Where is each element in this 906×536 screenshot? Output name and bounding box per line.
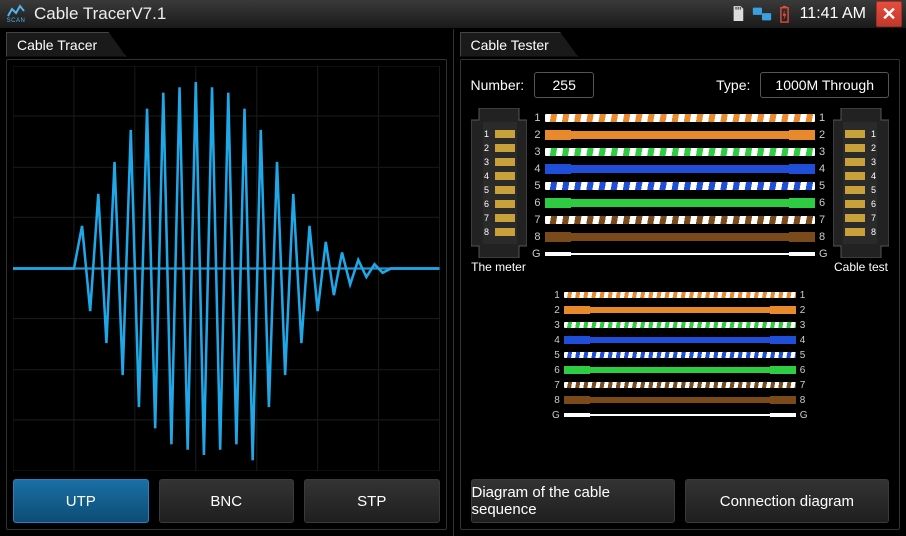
svg-text:8: 8 (483, 227, 488, 237)
app-title: Cable TracerV7.1 (34, 4, 166, 24)
rj45-left: 1 2 3 4 5 6 7 8 The meter (471, 108, 527, 274)
diagram-sequence-button[interactable]: Diagram of the cable sequence (471, 479, 675, 523)
svg-text:3: 3 (871, 157, 876, 167)
cable-test-label: Cable test (834, 260, 888, 274)
wire-G: GG (550, 410, 810, 420)
number-value[interactable]: 255 (534, 72, 594, 98)
clock: 11:41 AM (800, 5, 866, 23)
wire-5: 55 (531, 180, 830, 192)
wire-7: 77 (550, 380, 810, 390)
svg-text:7: 7 (483, 213, 488, 223)
number-label: Number: (471, 77, 525, 93)
utp-button[interactable]: UTP (13, 479, 149, 523)
wire-2: 22 (550, 305, 810, 315)
scan-icon[interactable]: SCAN (4, 2, 28, 26)
tester-tab: Cable Tester (460, 32, 578, 57)
close-button[interactable]: ✕ (876, 1, 902, 27)
wire-8: 88 (531, 231, 830, 243)
cable-tester-panel: Cable Tester Number: 255 Type: 1000M Thr… (453, 29, 906, 536)
svg-text:3: 3 (483, 157, 488, 167)
svg-text:7: 7 (871, 213, 876, 223)
stp-button[interactable]: STP (304, 479, 440, 523)
svg-text:1: 1 (483, 129, 488, 139)
type-value[interactable]: 1000M Through (760, 72, 889, 98)
meter-label: The meter (471, 260, 526, 274)
svg-text:1: 1 (871, 129, 876, 139)
svg-text:8: 8 (871, 227, 876, 237)
wire-map-bottom: 11 22 33 44 55 66 77 88 GG (550, 286, 810, 420)
wire-4: 44 (550, 335, 810, 345)
wire-3: 33 (531, 146, 830, 158)
wire-8: 88 (550, 395, 810, 405)
svg-text:2: 2 (483, 143, 488, 153)
battery-icon (779, 5, 790, 23)
sd-card-icon (731, 5, 745, 23)
type-label: Type: (716, 77, 750, 93)
wire-7: 77 (531, 214, 830, 226)
network-icon (751, 5, 773, 23)
wire-5: 55 (550, 350, 810, 360)
cable-tracer-panel: Cable Tracer (0, 29, 453, 536)
status-bar: SCAN Cable TracerV7.1 11:41 AM ✕ (0, 0, 906, 29)
wire-4: 44 (531, 163, 830, 175)
waveform-display (13, 66, 440, 471)
wire-map-top: 11 22 33 44 55 66 77 88 GG (531, 108, 830, 260)
wire-1: 11 (531, 112, 830, 124)
svg-text:4: 4 (871, 171, 876, 181)
svg-text:5: 5 (871, 185, 876, 195)
rj45-right: 1 2 3 4 5 6 7 8 Cable test (833, 108, 889, 274)
svg-text:6: 6 (871, 199, 876, 209)
connection-diagram-button[interactable]: Connection diagram (685, 479, 889, 523)
wire-6: 66 (550, 365, 810, 375)
wire-6: 66 (531, 197, 830, 209)
wire-1: 11 (550, 290, 810, 300)
tracer-tab: Cable Tracer (6, 32, 126, 57)
wire-3: 33 (550, 320, 810, 330)
svg-text:6: 6 (483, 199, 488, 209)
svg-text:2: 2 (871, 143, 876, 153)
svg-text:4: 4 (483, 171, 488, 181)
wire-2: 22 (531, 129, 830, 141)
bnc-button[interactable]: BNC (159, 479, 295, 523)
svg-text:5: 5 (483, 185, 488, 195)
wire-G: GG (531, 248, 830, 260)
